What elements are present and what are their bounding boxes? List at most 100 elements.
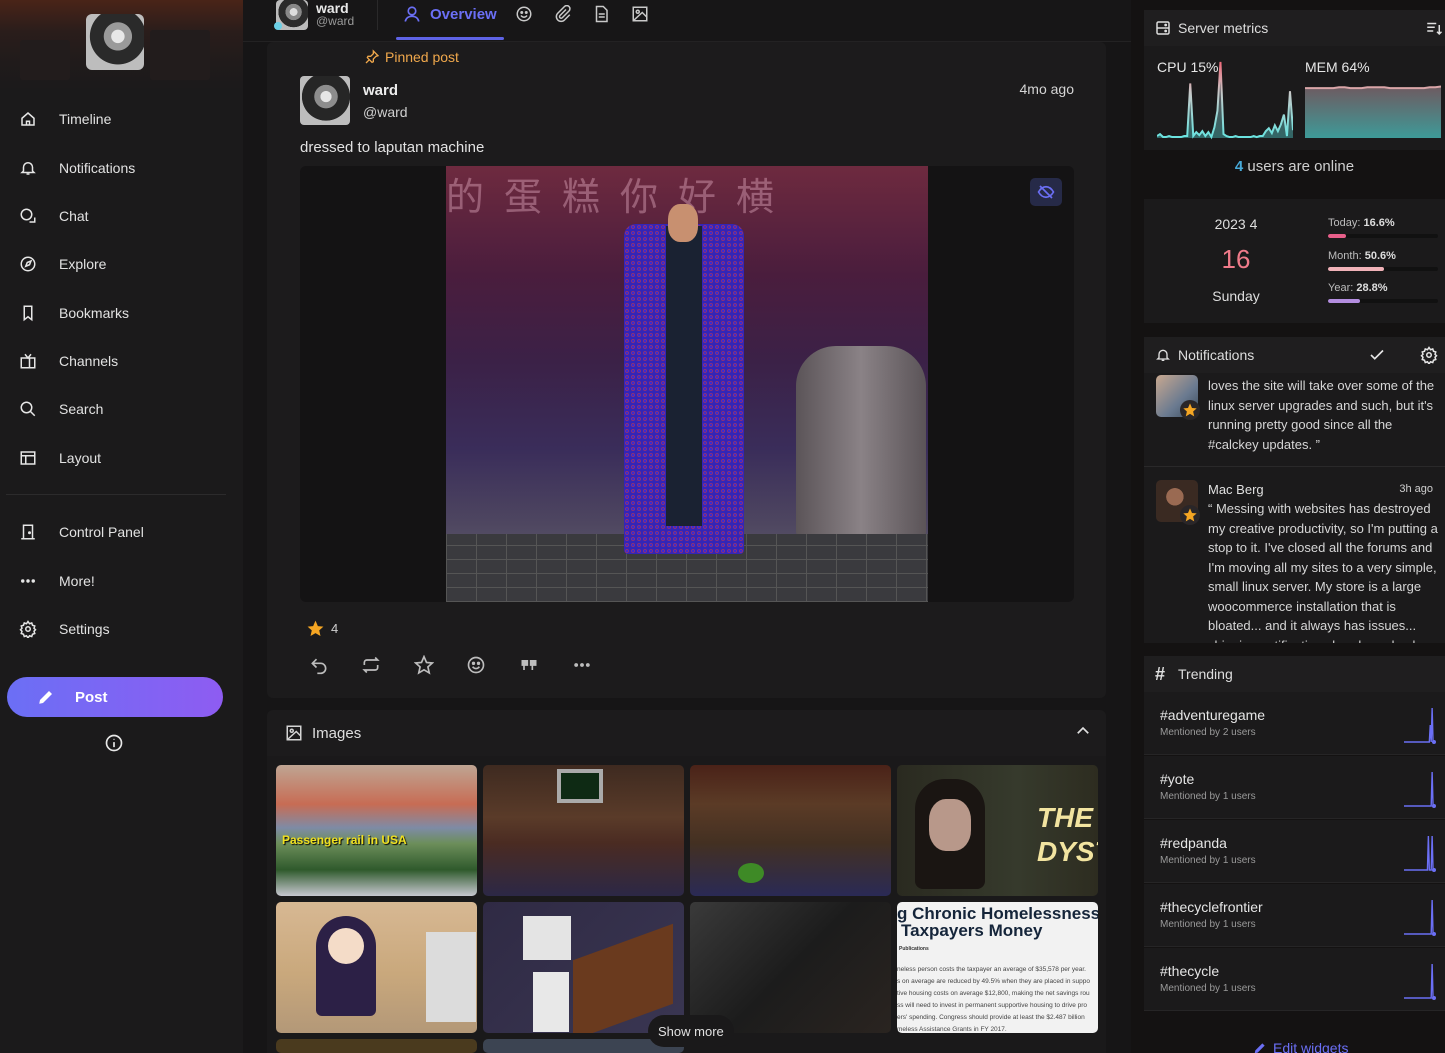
gallery-thumb[interactable] [483,902,684,1033]
progress-label: Month: [1328,250,1362,262]
article-line: neless person costs the taxpayer an aver… [897,966,1086,973]
trending-item[interactable]: #yote Mentioned by 1 users [1144,756,1445,819]
post-image[interactable]: 的蛋糕你好横 [446,166,928,602]
post-author-avatar[interactable] [300,76,350,125]
sparkline-line [1404,899,1434,935]
dots-icon [572,655,592,675]
article-body: neless person costs the taxpayer an aver… [897,964,1090,1033]
trending-item[interactable]: #adventuregame Mentioned by 2 users [1144,692,1445,755]
notification-item[interactable]: loves the site will take over some of th… [1144,373,1445,467]
post-author-handle[interactable]: @ward [363,104,408,120]
cpu-label: CPU 15% [1157,59,1219,75]
notification-user-name[interactable]: Mac Berg [1208,482,1264,497]
progress-fill [1328,267,1384,271]
progress-month: Month: 50.6% [1328,250,1445,271]
widget-title: Server metrics [1178,20,1269,36]
sparkline-endpoint [1432,804,1436,808]
images-panel-header[interactable]: Images [267,710,1106,756]
sparkline-endpoint [1432,932,1436,936]
trending-sparkline [1404,899,1436,936]
star-badge-icon [1180,505,1200,525]
sparkline-endpoint [1432,996,1436,1000]
sort-icon[interactable] [1425,19,1443,37]
post-author-name[interactable]: ward [363,82,398,99]
quote-button[interactable] [518,654,540,676]
favorite-button[interactable] [413,654,435,676]
react-button[interactable] [465,654,487,676]
edit-widgets-button[interactable]: Edit widgets [1253,1040,1348,1053]
nav-label: Channels [59,353,119,369]
trending-item[interactable]: #redpanda Mentioned by 1 users [1144,820,1445,883]
nav-item-explore[interactable]: Explore [0,244,243,284]
progress-label: Year: [1328,282,1354,294]
gallery-thumb[interactable] [276,902,477,1033]
post-button[interactable]: Post [7,677,223,717]
reaction-count: 4 [331,621,339,636]
trending-sparkline [1404,707,1436,744]
mem-line [1305,85,1441,90]
tab-gallery[interactable] [630,4,650,24]
gallery-thumb[interactable] [690,765,891,896]
nav-item-chat[interactable]: Chat [0,196,243,236]
star-icon [414,655,434,675]
bell-icon [18,158,38,178]
show-more-button[interactable]: Show more [648,1015,734,1047]
user-avatar[interactable] [86,14,144,70]
nav-item-timeline[interactable]: Timeline [0,99,243,139]
nav-item-bookmarks[interactable]: Bookmarks [0,293,243,333]
calendar-weekday: Sunday [1212,288,1260,304]
gallery-thumb[interactable]: THE ADYSTOPIA [897,765,1098,896]
tab-attachments[interactable] [553,4,573,24]
gear-icon[interactable] [1420,346,1438,364]
chevron-up-icon[interactable] [1074,722,1092,740]
notifications-widget-header: Notifications [1144,337,1445,373]
nav-item-layout[interactable]: Layout [0,438,243,478]
tab-reactions[interactable] [514,4,534,24]
progress-fill [1328,299,1360,303]
notification-item[interactable]: Mac Berg 3h ago “ Messing with websites … [1144,468,1445,643]
trending-tag: #adventuregame [1160,707,1266,723]
post-timestamp[interactable]: 4mo ago [1020,81,1074,97]
nav-item-settings[interactable]: Settings [0,609,243,649]
profile-handle: @ward [316,14,355,28]
hide-media-button[interactable] [1030,178,1062,206]
thumb-caption: THE ADYSTOPIA [1037,802,1098,867]
gallery-thumb[interactable]: Passenger rail in USA [276,765,477,896]
pinned-label: Pinned post [385,49,459,65]
post-text: dressed to laputan machine [300,139,485,156]
mark-read-icon[interactable] [1368,346,1386,364]
nav-label: Search [59,401,104,417]
gallery-thumb[interactable]: g Chronic Homelessness Taxpayers Money P… [897,902,1098,1033]
nav-item-more[interactable]: More! [0,561,243,601]
thumb-caption: Passenger rail in USA [282,833,407,847]
search-icon [18,399,38,419]
tab-pages[interactable] [591,4,611,24]
reply-button[interactable] [308,654,330,676]
profile-header-bar: ward @ward Overview [243,0,1131,42]
trending-item[interactable]: #thecycle Mentioned by 1 users [1144,948,1445,1011]
nav-item-search[interactable]: Search [0,389,243,429]
mem-area [1305,86,1441,138]
sparkline-line [1404,963,1434,999]
image-detail [668,204,698,242]
tab-overview[interactable]: Overview [403,2,497,26]
reaction-star[interactable]: 4 [306,619,338,638]
nav-item-channels[interactable]: Channels [0,341,243,381]
gallery-thumb[interactable] [690,902,891,1033]
nav-item-control-panel[interactable]: Control Panel [0,512,243,552]
file-icon [592,5,610,23]
progress-fill [1328,234,1347,238]
compass-icon [18,254,38,274]
gear-icon [18,619,38,639]
nav-item-notifications[interactable]: Notifications [0,148,243,188]
progress-bar [1328,299,1438,303]
renote-button[interactable] [360,654,382,676]
pinned-post: Pinned post ward @ward 4mo ago dressed t… [267,42,1106,698]
more-options-button[interactable] [571,654,593,676]
gallery-thumb[interactable] [483,765,684,896]
gallery-thumb[interactable] [276,1039,477,1053]
info-icon[interactable] [104,733,124,753]
trending-item[interactable]: #thecyclefrontier Mentioned by 1 users [1144,884,1445,947]
nav-label: Notifications [59,160,136,176]
article-heading: Taxpayers Money [901,921,1043,940]
